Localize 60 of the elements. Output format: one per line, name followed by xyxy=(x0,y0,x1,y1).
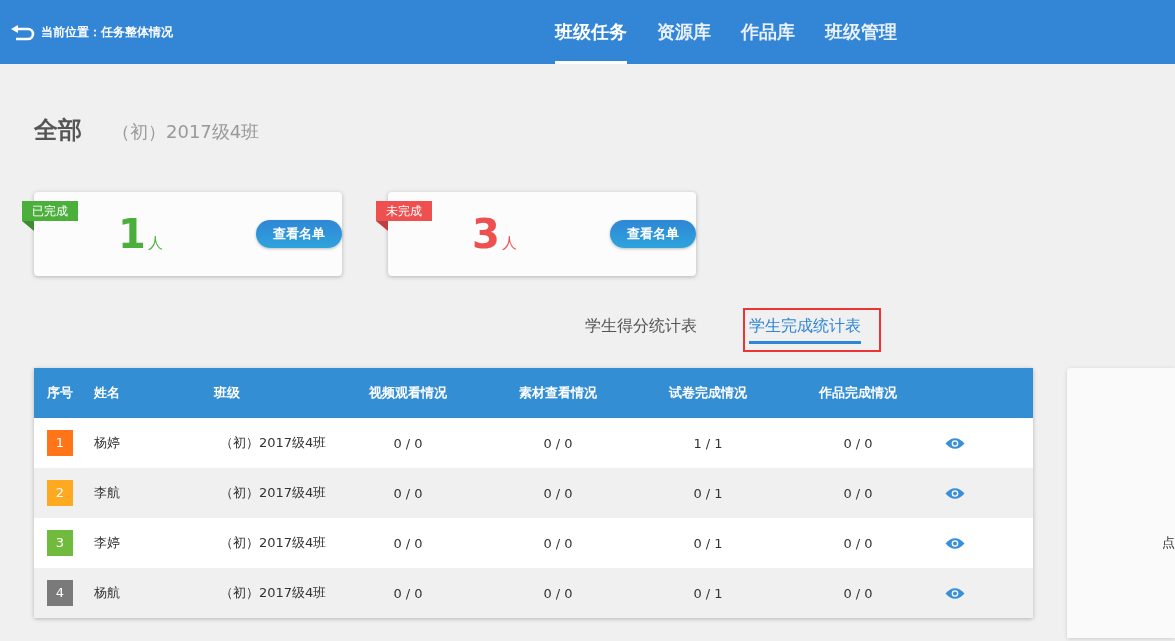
table-cell: 0 / 0 xyxy=(393,435,423,451)
column-header: 试卷完成情况 xyxy=(667,384,748,402)
nav-tab[interactable]: 班级任务 xyxy=(555,0,627,64)
table-cell: 0 / 0 xyxy=(393,535,423,551)
column-header: 班级 xyxy=(214,384,241,402)
table-cell: 0 / 1 xyxy=(693,535,723,551)
table-cell: 0 / 0 xyxy=(393,485,423,501)
eye-icon[interactable] xyxy=(945,436,965,450)
student-name: 李航 xyxy=(94,485,120,500)
eye-icon[interactable] xyxy=(945,486,965,500)
back-icon[interactable] xyxy=(9,23,35,41)
eye-icon[interactable] xyxy=(945,586,965,600)
class-cell: （初）2017级4班 xyxy=(220,535,327,550)
status-tag: 未完成 xyxy=(376,201,432,221)
table-cell: 0 / 0 xyxy=(543,535,573,551)
status-tag: 已完成 xyxy=(22,201,78,221)
rank-badge: 2 xyxy=(47,480,73,506)
table-cell: 0 / 0 xyxy=(843,485,873,501)
table-cell: 0 / 0 xyxy=(393,585,423,601)
tag-fold xyxy=(376,221,388,231)
table-cell: 0 / 0 xyxy=(543,435,573,451)
student-name: 李婷 xyxy=(94,535,120,550)
class-name: （初）2017级4班 xyxy=(112,120,260,144)
table-cell: 0 / 0 xyxy=(843,435,873,451)
tag-fold xyxy=(22,221,34,231)
class-cell: （初）2017级4班 xyxy=(220,435,327,450)
view-list-button[interactable]: 查看名单 xyxy=(610,220,696,248)
count-unit: 人 xyxy=(147,234,163,253)
rank-badge: 3 xyxy=(47,530,73,556)
breadcrumb-text: 当前位置：任务整体情况 xyxy=(41,23,173,41)
column-header: 姓名 xyxy=(94,384,121,402)
count-number: 3 xyxy=(472,211,500,257)
view-list-button[interactable]: 查看名单 xyxy=(256,220,342,248)
student-name: 杨航 xyxy=(94,585,120,600)
student-name: 杨婷 xyxy=(94,435,120,450)
page-title: 全部 xyxy=(34,115,82,146)
count-unit: 人 xyxy=(501,234,517,253)
panel-text: 点 xyxy=(1162,534,1175,552)
class-cell: （初）2017级4班 xyxy=(220,485,327,500)
column-header: 视频观看情况 xyxy=(368,384,448,402)
table-cell: 0 / 0 xyxy=(543,585,573,601)
eye-icon[interactable] xyxy=(945,536,965,550)
column-header: 素材查看情况 xyxy=(518,384,598,402)
rank-badge: 4 xyxy=(47,580,73,606)
table-tab[interactable]: 学生完成统计表 xyxy=(749,316,861,344)
count-number: 1 xyxy=(118,211,146,257)
table-cell: 0 / 0 xyxy=(543,485,573,501)
nav-tab[interactable]: 资源库 xyxy=(657,0,711,64)
column-header: 序号 xyxy=(46,384,74,402)
column-header: 作品完成情况 xyxy=(817,384,898,402)
table-cell: 0 / 1 xyxy=(693,485,723,501)
class-cell: （初）2017级4班 xyxy=(220,585,327,600)
table-cell: 1 / 1 xyxy=(693,435,723,451)
table-cell: 0 / 0 xyxy=(843,535,873,551)
nav-tab[interactable]: 作品库 xyxy=(741,0,795,64)
table-cell: 0 / 0 xyxy=(843,585,873,601)
table-cell: 0 / 1 xyxy=(693,585,723,601)
nav-tab[interactable]: 班级管理 xyxy=(825,0,897,64)
table-tab[interactable]: 学生得分统计表 xyxy=(585,316,697,344)
rank-badge: 1 xyxy=(47,430,73,456)
